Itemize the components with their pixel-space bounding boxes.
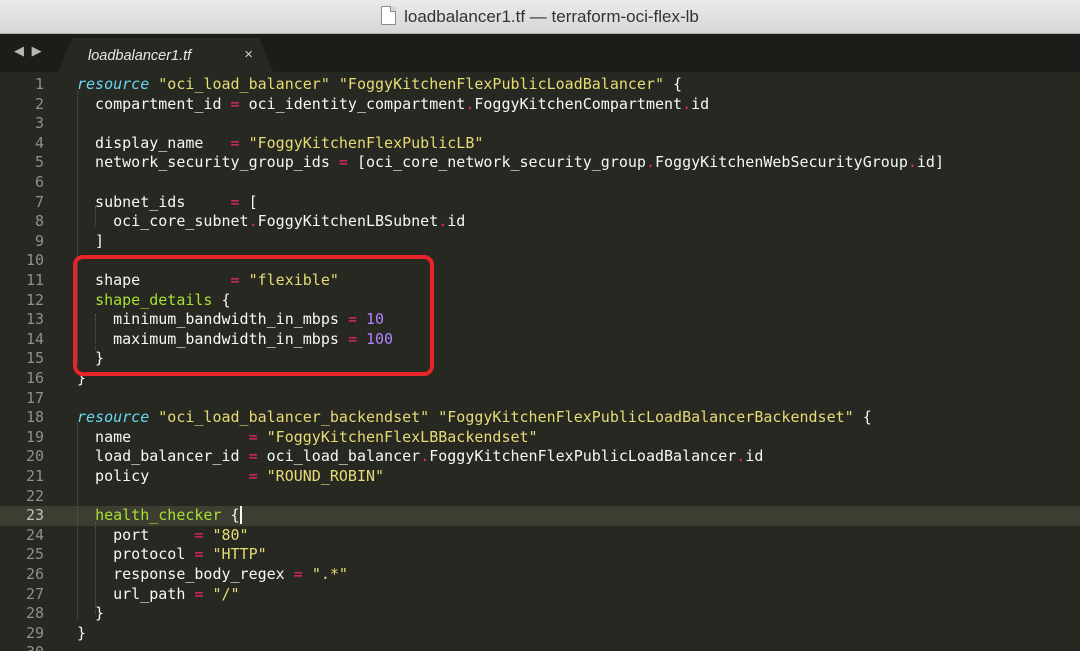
line-number: 24 [25,525,44,544]
code-line[interactable]: 23 health_checker { [0,506,1080,526]
code-line[interactable]: 3 [0,114,1080,134]
line-code: network_security_group_ids = [oci_core_n… [77,153,944,172]
line-number: 19 [25,427,44,446]
code-line[interactable]: 9 ] [0,232,1080,252]
line-code: response_body_regex = ".*" [77,565,348,583]
line-number: 4 [34,133,44,152]
window-title-group: loadbalancer1.tf — terraform-oci-flex-lb [0,6,1080,27]
line-number: 16 [25,369,44,387]
tab-bar: ◀ ▶ loadbalancer1.tf × [0,34,1080,72]
line-number: 26 [25,565,44,583]
document-icon [381,6,397,25]
line-code: compartment_id = oci_identity_compartmen… [77,94,710,113]
line-code: health_checker { [95,506,242,525]
line-number: 17 [25,388,44,407]
indent-guide [95,522,96,614]
code-line[interactable]: 30 [0,643,1080,651]
code-line[interactable]: 24 port = "80" [0,526,1080,546]
line-number: 22 [25,486,44,505]
line-number: 15 [25,349,44,368]
code-line[interactable]: 2 compartment_id = oci_identity_compartm… [0,95,1080,115]
line-number: 2 [34,94,44,113]
code-line[interactable]: 22 [0,487,1080,507]
code-line[interactable]: 18 resource "oci_load_balancer_backendset… [0,408,1080,428]
line-code: name = "FoggyKitchenFlexLBBackendset" [77,427,538,446]
line-number: 27 [25,584,44,603]
text-caret [239,506,242,525]
line-code: protocol = "HTTP" [77,545,267,564]
line-number: 11 [25,271,44,289]
line-code: url_path = "/" [77,584,240,603]
line-number: 20 [25,447,44,466]
tab-loadbalancer1[interactable]: loadbalancer1.tf × [58,38,273,72]
code-line[interactable]: 1 resource "oci_load_balancer" "FoggyKitc… [0,75,1080,95]
indent-guide [95,206,96,226]
code-line[interactable]: 17 [0,389,1080,409]
line-code: } [77,623,87,642]
line-number: 23 [25,506,44,525]
line-number: 28 [25,604,44,623]
line-number: 18 [25,408,44,427]
window-titlebar: loadbalancer1.tf — terraform-oci-flex-lb [0,0,1080,34]
tab-nav-arrows-icon[interactable]: ◀ ▶ [14,43,44,59]
indent-guide [77,423,78,619]
line-code: resource "oci_load_balancer_backendset" … [77,408,872,427]
line-number: 29 [25,623,44,642]
line-number: 21 [25,467,44,485]
code-line[interactable]: 20 load_balancer_id = oci_load_balancer.… [0,447,1080,467]
code-line[interactable]: 5 network_security_group_ids = [oci_core… [0,153,1080,173]
line-number: 12 [25,290,44,309]
window-title: loadbalancer1.tf — terraform-oci-flex-lb [404,7,699,26]
code-line[interactable]: 28 } [0,604,1080,624]
code-line[interactable]: 21 policy = "ROUND_ROBIN" [0,467,1080,487]
line-number: 10 [25,251,44,270]
code-line[interactable]: 25 protocol = "HTTP" [0,545,1080,565]
line-number: 30 [0,643,44,651]
code-line[interactable]: 29} [0,624,1080,644]
line-number: 8 [34,212,44,231]
highlight-annotation-box [73,255,434,376]
code-line[interactable]: 19 name = "FoggyKitchenFlexLBBackendset" [0,428,1080,448]
code-line[interactable]: 27 url_path = "/" [0,585,1080,605]
code-line[interactable]: 26 response_body_regex = ".*" [0,565,1080,585]
line-number: 7 [34,192,44,211]
line-code: display_name = "FoggyKitchenFlexPublicLB… [77,133,484,152]
tab-close-icon[interactable]: × [244,46,253,63]
line-number: 3 [34,114,44,133]
line-code: load_balancer_id = oci_load_balancer.Fog… [77,447,764,466]
line-number: 14 [25,329,44,348]
line-number: 13 [25,310,44,329]
code-line[interactable]: 6 [0,173,1080,193]
line-code: port = "80" [77,525,249,544]
line-number: 5 [34,153,44,172]
line-number: 1 [34,75,44,93]
line-code: ] [77,231,105,250]
line-code: } [77,604,105,623]
line-code: subnet_ids = [ [77,192,258,211]
line-number: 9 [34,231,44,250]
line-number: 25 [25,545,44,564]
line-code: oci_core_subnet.FoggyKitchenLBSubnet.id [77,212,466,231]
code-line[interactable]: 7 subnet_ids = [ [0,193,1080,213]
code-line[interactable]: 8 oci_core_subnet.FoggyKitchenLBSubnet.i… [0,212,1080,232]
line-number: 6 [34,173,44,191]
code-line[interactable]: 4 display_name = "FoggyKitchenFlexPublic… [0,134,1080,154]
line-code: policy = "ROUND_ROBIN" [77,467,385,485]
tab-label: loadbalancer1.tf [88,48,192,64]
line-code: resource "oci_load_balancer" "FoggyKitch… [77,75,683,93]
